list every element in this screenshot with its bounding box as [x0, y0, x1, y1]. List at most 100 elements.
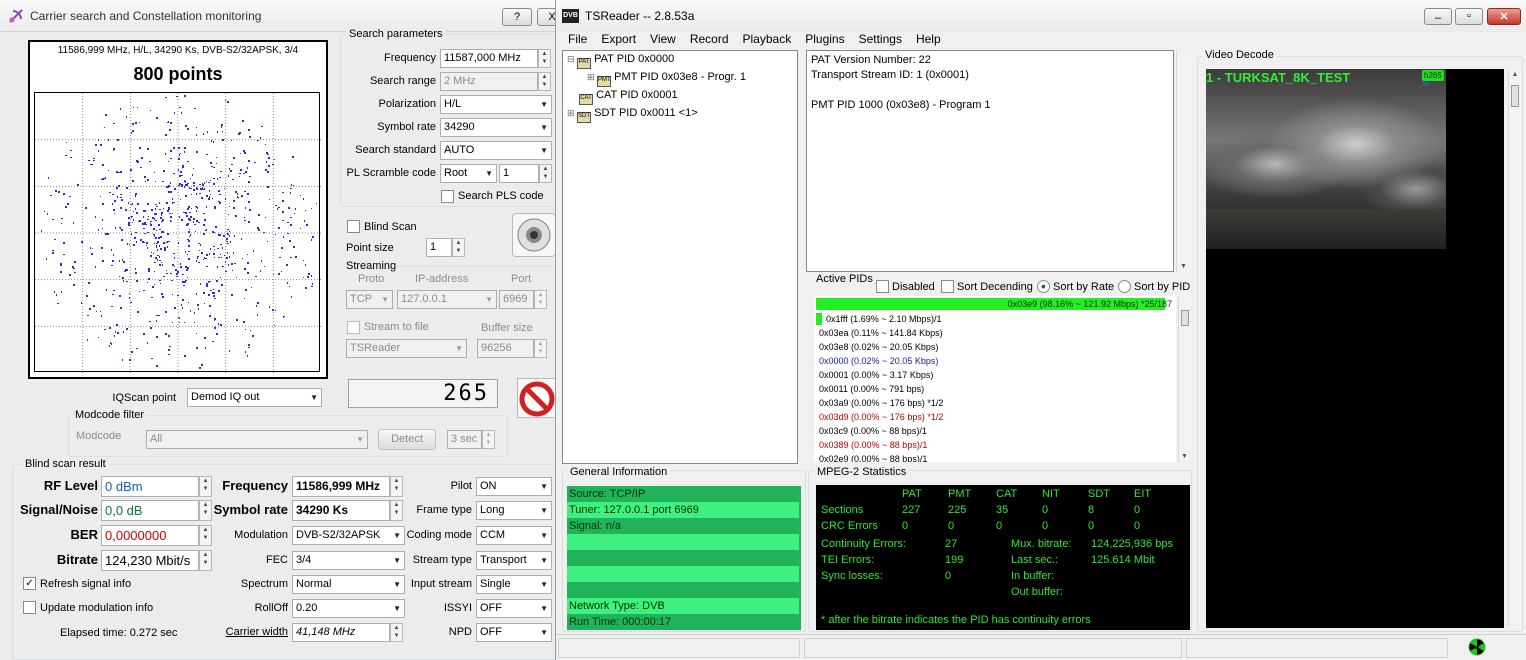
sort-desc-checkbox[interactable]	[941, 280, 954, 293]
pid-row[interactable]: 0x0389 (0.00% ~ 88 bps)/1	[819, 440, 927, 450]
point-size-input[interactable]: 1	[426, 238, 452, 257]
npd-select[interactable]: OFF	[476, 623, 552, 642]
constellation-point	[169, 219, 172, 222]
iqscan-select[interactable]: Demod IQ out	[187, 388, 322, 407]
symbol-rate-select[interactable]: 34290	[440, 118, 552, 137]
modulation-select[interactable]: DVB-S2/32APSK	[292, 526, 405, 545]
details-scrollbar[interactable]: ▼	[1176, 50, 1190, 272]
modulation-label: Modulation	[234, 529, 288, 541]
pids-scrollbar[interactable]: ▼	[1178, 296, 1190, 462]
update-modulation-checkbox[interactable]	[23, 601, 36, 614]
constellation-point	[165, 310, 167, 313]
menu-export[interactable]: Export	[601, 32, 636, 46]
detect-button[interactable]: Detect	[378, 429, 436, 450]
tree-node-sdt[interactable]: ⊞ SDT SDT PID 0x0011 <1>	[567, 107, 698, 123]
pilot-select[interactable]: ON	[476, 477, 552, 496]
constellation-point	[260, 260, 263, 262]
sort-pid-radio[interactable]	[1118, 280, 1131, 293]
menu-settings[interactable]: Settings	[859, 32, 902, 46]
menu-plugins[interactable]: Plugins	[805, 32, 844, 46]
pid-row[interactable]: 0x03c9 (0.00% ~ 88 bps)/1	[819, 426, 927, 436]
constellation-point	[248, 181, 251, 183]
tree-node-cat[interactable]: CAT CAT PID 0x0001	[579, 89, 678, 105]
menu-record[interactable]: Record	[690, 32, 729, 46]
polarization-select[interactable]: H/L	[440, 95, 552, 114]
close-button[interactable]: X	[537, 8, 555, 26]
constellation-point	[162, 170, 165, 172]
sort-rate-label: Sort by Rate	[1053, 281, 1115, 293]
constellation-point	[244, 328, 247, 331]
range-input[interactable]: 2 MHz	[440, 72, 538, 91]
frequency-spin[interactable]: ▲ ▼	[538, 49, 551, 68]
tsreader-close-button[interactable]: ✕	[1487, 8, 1521, 25]
ip-select[interactable]: 127.0.0.1	[397, 290, 497, 309]
pid-row[interactable]: 0x03a9 (0.00% ~ 176 bps) *1/2	[819, 398, 943, 408]
search-pls-checkbox[interactable]	[441, 190, 454, 203]
pls-code-input[interactable]: 1	[499, 164, 539, 183]
pid-row[interactable]: 0x02e9 (0.00% ~ 88 bps)/1	[819, 454, 927, 462]
port-spin[interactable]: ▲ ▼	[534, 290, 547, 309]
stream-target-select[interactable]: TSReader	[346, 339, 467, 358]
tree-node-pmt[interactable]: ⊞ PMT PMT PID 0x03e8 - Progr. 1	[587, 71, 746, 87]
menu-file[interactable]: File	[568, 32, 587, 46]
constellation-point	[222, 138, 224, 141]
constellation-point	[126, 327, 128, 330]
issyi-select[interactable]: OFF	[476, 599, 552, 618]
counter-display: 265	[348, 379, 498, 408]
camera-icon[interactable]	[512, 213, 555, 257]
sort-rate-radio[interactable]: •	[1037, 279, 1050, 293]
carrier-width-value: 41,148 MHz	[292, 623, 390, 642]
buffer-size-input[interactable]: 96256	[477, 339, 534, 358]
pls-mode-select[interactable]: Root	[440, 164, 497, 183]
range-spin[interactable]: ▲ ▼	[538, 72, 551, 91]
constellation-point	[240, 169, 243, 172]
rolloff-select[interactable]: 0.20	[292, 599, 405, 618]
tree-node-pat[interactable]: ⊟ PAT PAT PID 0x0000	[567, 53, 674, 69]
proto-select[interactable]: TCP	[346, 290, 393, 309]
menu-view[interactable]: View	[650, 32, 676, 46]
coding-mode-select[interactable]: CCM	[476, 526, 552, 545]
menu-playback[interactable]: Playback	[743, 32, 792, 46]
input-stream-select[interactable]: Single	[476, 575, 552, 594]
disabled-checkbox[interactable]	[876, 280, 889, 293]
modcode-select[interactable]: All	[146, 430, 368, 449]
fec-select[interactable]: 3/4	[292, 551, 405, 570]
pid-row[interactable]: 0x03ea (0.11% ~ 141.84 Kbps)	[819, 328, 943, 338]
constellation-point	[114, 227, 117, 229]
constellation-point	[170, 279, 173, 282]
constellation-point	[143, 241, 146, 244]
stream-to-file-checkbox[interactable]	[347, 321, 360, 334]
blind-scan-checkbox[interactable]	[347, 220, 360, 233]
help-button[interactable]: ?	[502, 8, 532, 26]
pid-row[interactable]: 0x1fff (1.69% ~ 2.10 Mbps)/1	[826, 314, 942, 324]
pid-row[interactable]: 0x03d9 (0.00% ~ 176 bps) *1/2	[819, 412, 943, 422]
minimize-button[interactable]: –	[1424, 8, 1452, 25]
pls-spin[interactable]: ▲ ▼	[539, 164, 552, 183]
refresh-signal-checkbox[interactable]: ✓	[23, 577, 36, 590]
menu-help[interactable]: Help	[916, 32, 941, 46]
stop-button[interactable]	[517, 378, 555, 418]
port-input[interactable]: 6969	[499, 290, 534, 309]
continuity-label: Continuity Errors:	[821, 538, 906, 550]
frame-type-select[interactable]: Long	[476, 501, 552, 520]
detect-seconds-input[interactable]: 3 sec	[447, 430, 482, 449]
point-size-spin[interactable]: ▲ ▼	[452, 238, 465, 257]
constellation-point	[183, 150, 186, 153]
buffer-spin[interactable]: ▲ ▼	[534, 339, 547, 358]
constellation-point	[65, 206, 68, 209]
detect-seconds-spin[interactable]: ▲ ▼	[482, 430, 495, 449]
standard-select[interactable]: AUTO	[440, 141, 552, 160]
video-scrollbar[interactable]: ▲	[1508, 69, 1521, 628]
pid-row[interactable]: 0x0001 (0.00% ~ 3.17 Kbps)	[819, 370, 933, 380]
constellation-point	[164, 153, 167, 155]
frequency-input[interactable]: 11587,000 MHz	[440, 49, 538, 68]
pid-row[interactable]: 0x0011 (0.00% ~ 791 bps)	[819, 384, 924, 394]
stream-type-select[interactable]: Transport	[476, 551, 552, 570]
constellation-point	[60, 222, 63, 225]
carrier-width-label[interactable]: Carrier width	[190, 626, 288, 638]
maximize-button[interactable]: ▫	[1455, 8, 1483, 25]
active-pids-title: Active PIDs	[816, 273, 873, 285]
pid-row[interactable]: 0x03e8 (0.02% ~ 20.05 Kbps)	[819, 342, 938, 352]
pid-row[interactable]: 0x0000 (0.02% ~ 20.05 Kbps)	[819, 356, 938, 366]
spectrum-select[interactable]: Normal	[292, 575, 405, 594]
